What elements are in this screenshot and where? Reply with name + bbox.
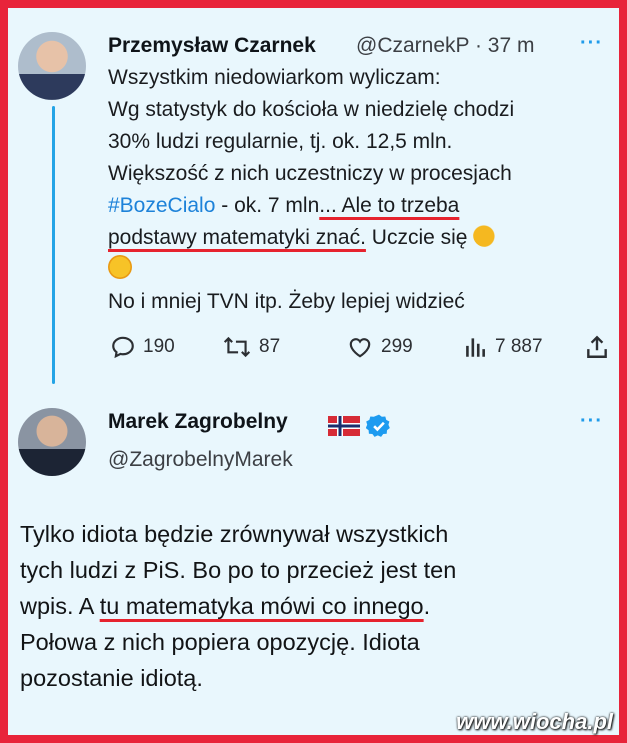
tweet1-line-5: #BozeCialo - ok. 7 mln... Ale to trzeba <box>108 190 608 222</box>
thread-line <box>52 106 55 384</box>
watermark: www.wiocha.pl <box>456 709 613 734</box>
views-count: 7 887 <box>495 336 543 357</box>
norway-flag-icon <box>328 416 360 436</box>
tweet1-text-part: Uczcie się <box>365 226 468 249</box>
reply-count: 190 <box>143 336 175 357</box>
reply-icon <box>112 336 134 359</box>
tweet1-author-name[interactable]: Przemysław Czarnek <box>108 34 316 58</box>
tweet2-underlined-text: tu matematyka mówi co innego <box>99 593 424 619</box>
avatar-czarnek[interactable] <box>18 32 86 100</box>
tweet1-text-part: - ok. 7 mln <box>215 194 320 217</box>
tweet1-handle-time[interactable]: @CzarnekP · 37 m <box>356 34 535 58</box>
clapping-hands-emoji-icon <box>473 223 498 247</box>
tweet2-handle[interactable]: @ZagrobelnyMarek <box>108 448 293 472</box>
tweet2-more-icon[interactable]: ··· <box>580 410 603 433</box>
tweet2-line: tych ludzi z PiS. Bo po to przecież jest… <box>20 557 457 583</box>
share-button[interactable] <box>584 334 610 360</box>
tweet2-line-3: wpis. A tu matematyka mówi co innego. <box>20 588 610 624</box>
hashtag-link[interactable]: #BozeCialo <box>108 194 215 217</box>
screenshot-frame: Przemysław Czarnek @CzarnekP · 37 m ··· … <box>8 8 619 735</box>
retweet-button[interactable]: 87 <box>222 334 280 360</box>
views-chart-icon <box>466 338 485 357</box>
tweet1-line-6: podstawy matematyki znać. Uczcie się <box>108 222 608 254</box>
tweet1-underlined-text: ... Ale to trzeba <box>319 194 460 217</box>
tweet1-line: 30% ludzi regularnie, tj. ok. 12,5 mln. <box>108 130 453 153</box>
tweet1-line: Większość z nich uczestniczy w procesjac… <box>108 162 512 185</box>
tweet2-author-name[interactable]: Marek Zagrobelny <box>108 410 288 434</box>
share-icon <box>587 335 607 358</box>
tweet2-text: Tylko idiota będzie zrównywał wszystkich… <box>20 516 610 696</box>
verified-badge-icon <box>366 414 390 437</box>
tweet2-text-part: . <box>423 593 431 619</box>
views-button[interactable]: 7 887 <box>462 334 543 360</box>
reply-button[interactable]: 190 <box>110 334 175 360</box>
winking-face-emoji-icon <box>108 255 132 279</box>
tweet2-text-part: wpis. A <box>20 593 100 619</box>
tweet1-line: No i mniej TVN itp. Żeby lepiej widzieć <box>108 290 465 313</box>
like-button[interactable]: 299 <box>346 334 413 360</box>
tweet1-text: Wszystkim niedowiarkom wyliczam: Wg stat… <box>108 62 608 318</box>
tweet1-underlined-text: podstawy matematyki znać. <box>108 226 366 249</box>
tweet1-line: Wszystkim niedowiarkom wyliczam: <box>108 66 441 89</box>
retweet-icon <box>223 336 251 358</box>
avatar-zagrobelny[interactable] <box>18 408 86 476</box>
like-count: 299 <box>381 336 413 357</box>
tweet1-more-icon[interactable]: ··· <box>580 32 603 55</box>
tweet1-line-7 <box>108 254 608 286</box>
tweet1-line: Wg statystyk do kościoła w niedzielę cho… <box>108 98 515 121</box>
heart-icon <box>349 338 371 358</box>
tweet2-line: Tylko idiota będzie zrównywał wszystkich <box>20 521 449 547</box>
tweet2-line: pozostanie idiotą. <box>20 665 203 691</box>
tweet2-line: Połowa z nich popiera opozycję. Idiota <box>20 629 420 655</box>
retweet-count: 87 <box>259 336 281 357</box>
tweet1-action-bar: 190 87 299 7 887 <box>110 334 610 368</box>
